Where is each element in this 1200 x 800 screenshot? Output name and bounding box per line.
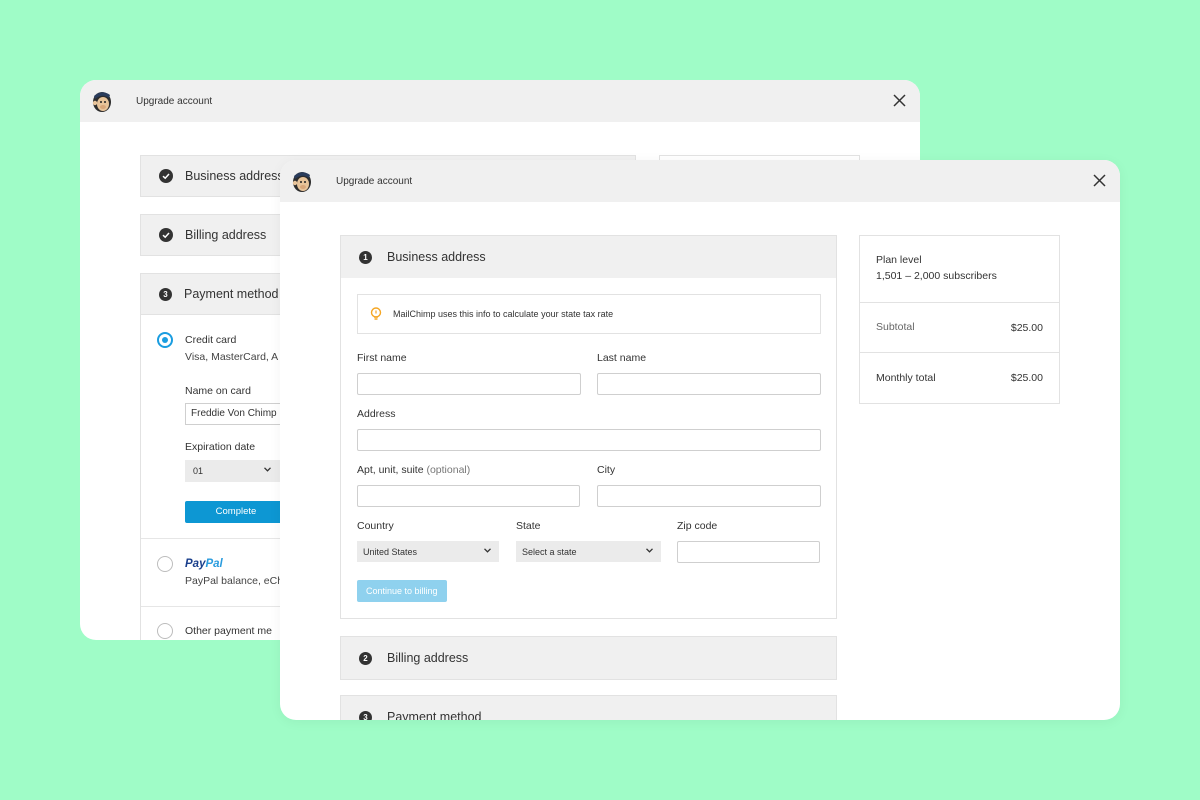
close-icon[interactable] — [1093, 174, 1106, 187]
mailchimp-logo-icon — [292, 172, 311, 192]
payment-method-header[interactable]: 3 Payment method — [341, 696, 836, 720]
step-label: Business address — [185, 169, 284, 183]
lightbulb-icon — [370, 307, 382, 320]
city-input[interactable] — [597, 485, 821, 507]
subtotal-row: Subtotal $25.00 — [860, 303, 1059, 353]
monthly-total-value: $25.00 — [1010, 372, 1043, 384]
continue-to-billing-button[interactable]: Continue to billing — [357, 580, 447, 602]
step-label: Billing address — [185, 228, 267, 242]
chevron-down-icon — [646, 548, 653, 553]
monthly-total-label: Monthly total — [876, 372, 936, 384]
business-address-section: 1 Business address MailChimp uses this i… — [340, 235, 837, 619]
window-title: Upgrade account — [336, 175, 413, 187]
front-upgrade-window: Upgrade account 1 Business address MailC… — [280, 160, 1120, 720]
country-value: United States — [363, 547, 418, 557]
step-number: 3 — [359, 710, 372, 720]
step-label: Payment method — [184, 287, 279, 301]
apt-label: Apt, unit, suite (optional) — [357, 464, 471, 476]
billing-address-header[interactable]: 2 Billing address — [341, 637, 836, 679]
step-label: Billing address — [387, 651, 469, 665]
paypal-sub: PayPal balance, eCh — [185, 575, 284, 587]
step-number: 2 — [359, 651, 372, 665]
country-select[interactable]: United States — [357, 541, 499, 562]
address-label: Address — [357, 408, 396, 420]
expiration-date-label: Expiration date — [185, 441, 256, 453]
monthly-total-row: Monthly total $25.00 — [860, 353, 1059, 403]
country-label: Country — [357, 520, 394, 532]
apt-input[interactable] — [357, 485, 580, 507]
zip-code-label: Zip code — [677, 520, 718, 532]
state-value: Select a state — [522, 547, 577, 557]
expiration-month-select[interactable]: 01 — [185, 460, 281, 482]
tax-info-notice: MailChimp uses this info to calculate yo… — [357, 294, 821, 334]
state-label: State — [516, 520, 541, 532]
billing-address-section[interactable]: 2 Billing address — [340, 636, 837, 680]
expiration-month-value: 01 — [193, 466, 204, 476]
optional-hint: (optional) — [426, 464, 471, 476]
step-label: Business address — [387, 250, 486, 264]
credit-card-radio[interactable] — [157, 332, 173, 348]
step-number: 3 — [159, 287, 172, 301]
plan-level-value: 1,501 – 2,000 subscribers — [876, 270, 997, 282]
other-payment-radio[interactable] — [157, 623, 173, 639]
paypal-logo: PayPal — [185, 558, 223, 570]
business-address-form: MailChimp uses this info to calculate yo… — [341, 278, 836, 618]
mailchimp-logo-icon — [92, 92, 111, 112]
front-titlebar: Upgrade account — [280, 160, 1120, 202]
last-name-label: Last name — [597, 352, 647, 364]
complete-button[interactable]: Complete — [185, 501, 287, 523]
first-name-label: First name — [357, 352, 407, 364]
address-input[interactable] — [357, 429, 821, 451]
close-icon[interactable] — [893, 94, 906, 107]
zip-code-input[interactable] — [677, 541, 820, 563]
plan-level-row: Plan level 1,501 – 2,000 subscribers — [860, 236, 1059, 303]
chevron-down-icon — [264, 467, 271, 472]
plan-level-label: Plan level — [876, 254, 922, 266]
subtotal-value: $25.00 — [1010, 322, 1043, 334]
last-name-input[interactable] — [597, 373, 821, 395]
name-on-card-label: Name on card — [185, 385, 251, 397]
credit-card-label: Credit card — [185, 334, 237, 346]
check-circle-icon — [159, 228, 173, 242]
business-address-header[interactable]: 1 Business address — [341, 236, 836, 278]
order-summary: Plan level 1,501 – 2,000 subscribers Sub… — [859, 235, 1060, 404]
window-title: Upgrade account — [136, 95, 213, 107]
credit-card-sub: Visa, MasterCard, A — [185, 351, 279, 363]
other-payment-label: Other payment me — [185, 625, 272, 637]
tax-info-text: MailChimp uses this info to calculate yo… — [393, 309, 614, 319]
step-number: 1 — [359, 250, 372, 264]
subtotal-label: Subtotal — [876, 321, 915, 333]
first-name-input[interactable] — [357, 373, 581, 395]
state-select[interactable]: Select a state — [516, 541, 661, 562]
city-label: City — [597, 464, 616, 476]
paypal-radio[interactable] — [157, 556, 173, 572]
chevron-down-icon — [484, 548, 491, 553]
step-label: Payment method — [387, 710, 482, 720]
payment-method-section[interactable]: 3 Payment method — [340, 695, 837, 720]
check-circle-icon — [159, 169, 173, 183]
back-titlebar: Upgrade account — [80, 80, 920, 122]
